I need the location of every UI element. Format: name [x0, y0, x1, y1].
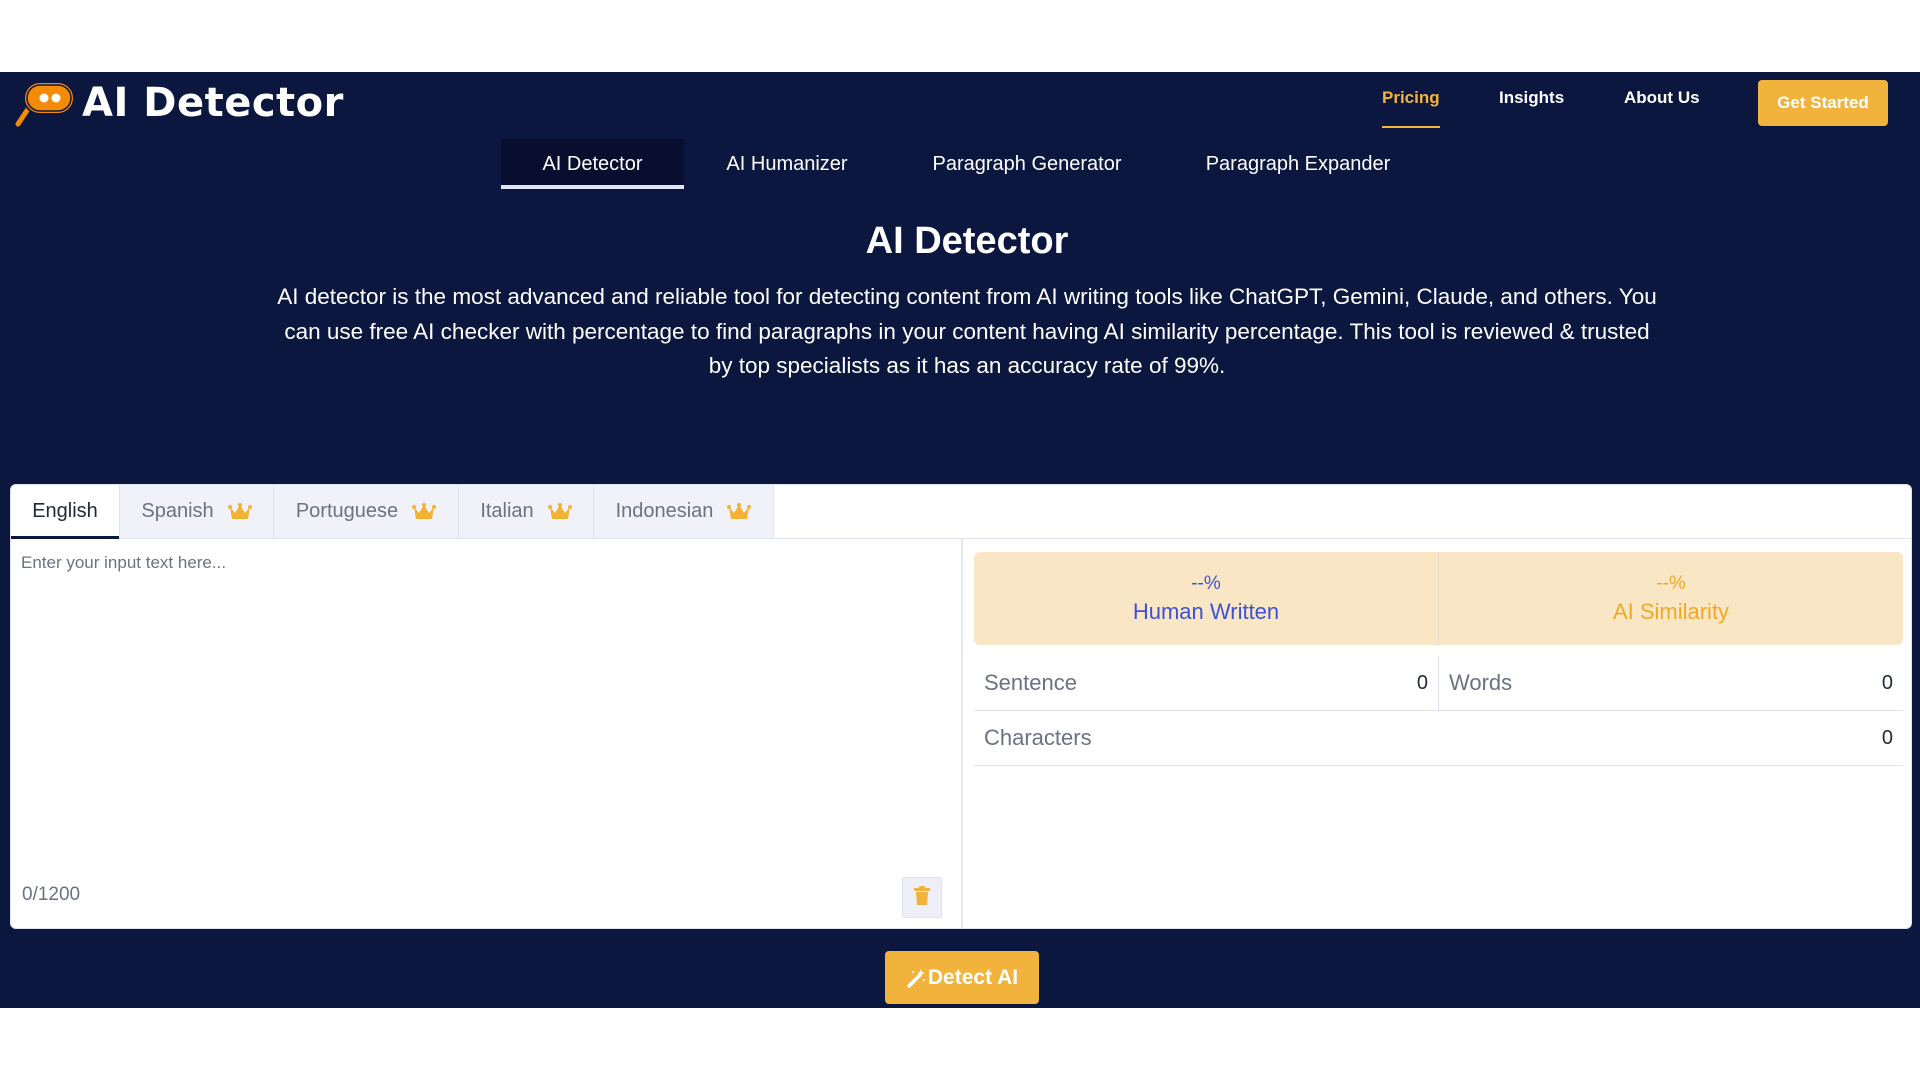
crown-icon [727, 502, 752, 522]
trash-icon [913, 886, 931, 909]
stats-table: Sentence 0 Words 0 Characters 0 [974, 656, 1903, 766]
ai-similarity-result: --% AI Similarity [1438, 552, 1903, 645]
tool-tabs: AI Detector AI Humanizer Paragraph Gener… [501, 139, 1432, 189]
human-written-value: --% [1191, 572, 1221, 594]
tab-english[interactable]: English [11, 485, 120, 539]
page-title: AI Detector [865, 220, 1069, 262]
stat-label: Words [1449, 670, 1513, 695]
stat-label: Characters [984, 725, 1092, 750]
tab-paragraph-generator[interactable]: Paragraph Generator [890, 139, 1164, 189]
stats-row: Characters 0 [974, 711, 1903, 766]
logo[interactable]: AI Detector [14, 78, 344, 128]
magic-wand-icon [906, 968, 926, 988]
tab-label: Italian [480, 500, 534, 522]
stat-value: 0 [1416, 671, 1428, 694]
crown-icon [547, 502, 572, 522]
tab-spanish[interactable]: Spanish [120, 485, 274, 538]
tab-label: Portuguese [295, 500, 399, 522]
stat-characters: Characters 0 [974, 711, 1903, 765]
nav-insights[interactable]: Insights [1499, 88, 1564, 128]
tab-label: English [32, 500, 98, 522]
logo-text: AI Detector [82, 80, 344, 126]
input-area: 0/1200 [11, 539, 963, 928]
ai-similarity-value: --% [1656, 572, 1686, 594]
stats-row: Sentence 0 Words 0 [974, 656, 1903, 711]
detect-ai-label: Detect AI [927, 965, 1019, 989]
human-written-result: --% Human Written [974, 552, 1438, 645]
tab-paragraph-expander[interactable]: Paragraph Expander [1164, 139, 1432, 189]
crown-icon [412, 502, 437, 522]
results-panel: --% Human Written --% AI Similarity [974, 552, 1903, 645]
tab-ai-detector[interactable]: AI Detector [501, 139, 684, 189]
human-written-label: Human Written [1132, 598, 1280, 624]
detect-ai-button[interactable]: Detect AI [885, 951, 1039, 1004]
ai-similarity-label: AI Similarity [1612, 598, 1730, 624]
get-started-button[interactable]: Get Started [1758, 80, 1888, 126]
nav-about-us[interactable]: About Us [1624, 88, 1700, 128]
crown-icon [227, 502, 252, 522]
tab-label: Indonesian [615, 500, 714, 522]
stat-label: Sentence [984, 670, 1077, 695]
tab-label: Spanish [141, 500, 214, 522]
clear-button[interactable] [902, 877, 942, 918]
detector-card: English Spanish Portuguese Italian Indon… [10, 484, 1912, 929]
language-tabs: English Spanish Portuguese Italian Indon… [11, 485, 1911, 539]
stat-sentence: Sentence 0 [974, 656, 1438, 710]
tab-indonesian[interactable]: Indonesian [594, 485, 774, 538]
nav-pricing[interactable]: Pricing [1382, 88, 1440, 128]
page-description: AI detector is the most advanced and rel… [277, 284, 1657, 378]
stat-words: Words 0 [1438, 656, 1903, 710]
tab-portuguese[interactable]: Portuguese [274, 485, 459, 538]
tab-italian[interactable]: Italian [459, 485, 594, 538]
magnifier-chat-icon [14, 78, 78, 128]
text-input[interactable] [11, 539, 961, 859]
stat-value: 0 [1881, 726, 1893, 749]
tab-ai-humanizer[interactable]: AI Humanizer [684, 139, 890, 189]
character-counter: 0/1200 [22, 884, 81, 905]
stat-value: 0 [1881, 671, 1893, 694]
